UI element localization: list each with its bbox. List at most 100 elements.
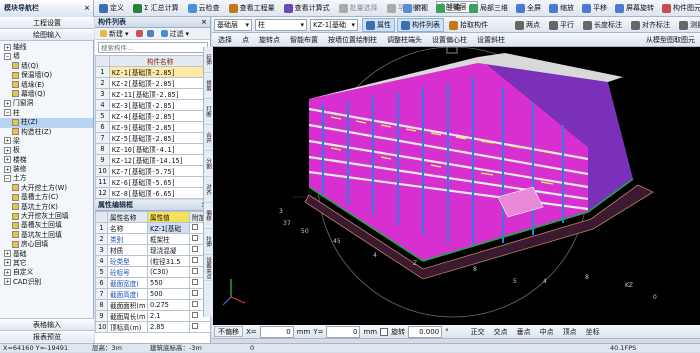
edit-tool-button[interactable]: 分割 (204, 151, 212, 177)
snap-coordinate-button[interactable]: 坐标 (583, 326, 603, 337)
type-select[interactable]: 柱 ▾ (255, 19, 307, 31)
nav-tree-item[interactable]: 墙(Q) (0, 62, 93, 71)
fullscreen-button[interactable]: 全屏 (513, 1, 544, 15)
collapse-icon[interactable]: − (4, 52, 11, 60)
property-row[interactable]: 5 砼标号 (C30) (95, 266, 211, 278)
component-row[interactable]: 4 KZ-3[基础顶-2.85] (95, 99, 211, 111)
project-settings-button[interactable]: 工程设置 (0, 17, 94, 29)
nav-tree-item[interactable]: 基坑土方(K) (0, 203, 93, 212)
expand-icon[interactable]: + (4, 43, 11, 51)
name-select[interactable]: KZ-1[基础 ▾ (310, 19, 358, 31)
property-value[interactable]: 2.85 (147, 321, 190, 333)
top-view-button[interactable]: 俯视 (400, 1, 431, 15)
nav-tree-item[interactable]: 大开挖土方(W) (0, 184, 93, 193)
property-value[interactable]: 现浇混凝 (147, 244, 190, 256)
view-formula-button[interactable]: 查看计算式 (281, 1, 333, 15)
layer-select[interactable]: 基础层 ▾ (214, 19, 252, 31)
display-settings-button[interactable]: 构件图元显示设置 (659, 1, 700, 15)
snap-vertex-button[interactable]: 顶点 (560, 326, 580, 337)
nav-tree-item[interactable]: + 其它 (0, 259, 93, 268)
expand-icon[interactable]: + (4, 99, 11, 107)
property-row[interactable]: 1 名称 KZ-1[基础 (95, 222, 211, 234)
select-button[interactable]: 选择 (215, 34, 235, 46)
component-row[interactable]: 7 KZ-5[基础顶-2.85] (95, 132, 211, 144)
nav-tree-item[interactable]: 基槽灰土回填 (0, 221, 93, 230)
no-offset-button[interactable]: 不偏移 (214, 326, 243, 337)
nav-tree-item[interactable]: + CAD识别 (0, 278, 93, 287)
nav-tree-item[interactable]: + 自定义 (0, 268, 93, 277)
table-input-button[interactable]: 表格输入 (0, 318, 94, 330)
nav-tree-item[interactable]: 构造柱(Z) (0, 128, 93, 137)
expand-icon[interactable]: + (4, 268, 11, 276)
smart-layout-button[interactable]: 智能布置 (287, 34, 321, 46)
nav-tree-item[interactable]: + 板 (0, 146, 93, 155)
new-component-button[interactable]: 新建 ▾ (97, 28, 132, 39)
rotate-input[interactable]: 0.000 (408, 325, 443, 338)
nav-tree-item[interactable]: 保温墙(Q) (0, 71, 93, 80)
pick-from-model-button[interactable]: 从模型图取图元 (643, 34, 698, 46)
component-row[interactable]: 10 KZ-7[基础顶-5.75] (95, 165, 211, 177)
expand-icon[interactable]: + (4, 156, 11, 164)
property-row[interactable]: 8 截面面积(m 0.275 (95, 299, 211, 311)
component-row[interactable]: 1 KZ-1[基础顶-2.85] (95, 66, 211, 78)
collapse-icon[interactable]: − (4, 174, 11, 182)
nav-tree-item[interactable]: 柱(Z) (0, 118, 93, 128)
property-value[interactable]: 550 (147, 277, 190, 289)
nav-tree-item[interactable]: − 墙 (0, 52, 93, 61)
snap-intersection-button[interactable]: 交点 (491, 326, 511, 337)
view-quantity-button[interactable]: 查看工程量 (226, 1, 278, 15)
nav-tree-item[interactable]: − 土方 (0, 174, 93, 183)
edit-tool-button[interactable]: 合并 (204, 125, 212, 151)
pan-button[interactable]: 平移 (579, 1, 610, 15)
define-button[interactable]: 定义 (96, 1, 127, 15)
expand-icon[interactable]: + (4, 278, 11, 286)
property-button[interactable]: 属性 (362, 18, 395, 32)
nav-tree-item[interactable]: + 楼梯 (0, 156, 93, 165)
property-value[interactable]: 2.1 (147, 310, 190, 322)
nav-tree-item[interactable]: + 装修 (0, 165, 93, 174)
component-row[interactable]: 9 KZ-12[基础顶-14.15] (95, 154, 211, 166)
zoom-button[interactable]: 缩放 (546, 1, 577, 15)
property-row[interactable]: 6 截面宽度(550 (95, 277, 211, 289)
copy-icon[interactable] (146, 30, 154, 37)
y-input[interactable]: 0 (326, 325, 361, 338)
calculate-button[interactable]: Σ 汇总计算 (130, 1, 182, 15)
two-point-button[interactable]: 两点 (512, 18, 543, 32)
nav-tree-item[interactable]: 基槽土方(C) (0, 193, 93, 202)
component-row[interactable]: 8 KZ-10[基础顶-4.1] (95, 143, 211, 155)
component-row[interactable]: 12 KZ-8[基础顶-6.65] (95, 187, 211, 199)
delete-icon[interactable] (135, 30, 143, 37)
edit-tool-button[interactable]: 打断 (204, 99, 212, 125)
nav-tree-item[interactable]: + 轴线 (0, 43, 93, 52)
nav-tree-item[interactable]: − 柱 (0, 109, 93, 118)
cloud-check-button[interactable]: 云检查 (185, 1, 223, 15)
rotate-point-button[interactable]: 旋转点 (256, 34, 283, 46)
component-row[interactable]: 3 KZ-11[基础顶-2.85] (95, 88, 211, 100)
batch-select-button[interactable]: 批量选择 (336, 1, 381, 15)
local-3d-button[interactable]: 局部三维 (466, 1, 511, 15)
collapse-icon[interactable]: − (4, 109, 11, 117)
property-value[interactable]: (粒径31.5 (147, 255, 190, 267)
edit-tool-button[interactable]: 拉伸 (204, 229, 212, 255)
nav-tree-item[interactable]: 大开挖灰土回填 (0, 212, 93, 221)
edit-tool-button[interactable]: 修剪 (204, 73, 212, 99)
property-row[interactable]: 4 砼类型 (粒径31.5 (95, 255, 211, 267)
expand-icon[interactable]: + (4, 137, 11, 145)
property-row[interactable]: 7 截面高度(500 (95, 288, 211, 300)
drawing-input-button[interactable]: 绘图输入 (0, 29, 94, 41)
3d-viewport[interactable]: 3 37 50 45 4 Z 8 5 4 8 KZ 0 (213, 47, 700, 325)
property-value[interactable]: 框架柱 (147, 233, 190, 245)
edit-tool-button[interactable]: 对齐 (204, 177, 212, 203)
rotate-checkbox[interactable] (380, 327, 389, 336)
property-row[interactable]: 9 截面周长(m 2.1 (95, 310, 211, 322)
component-search-input[interactable] (98, 42, 208, 53)
component-list-button[interactable]: 构件列表 (397, 18, 444, 32)
align-dim-button[interactable]: 对齐标注 (628, 18, 673, 32)
property-row[interactable]: 10 顶标高(m) 2.85 (95, 321, 211, 333)
length-dim-button[interactable]: 长度标注 (580, 18, 625, 32)
property-row[interactable]: 2 类别 框架柱 (95, 233, 211, 245)
draw-by-wall-button[interactable]: 按墙位置绘制柱 (325, 34, 380, 46)
component-row[interactable]: 6 KZ-9[基础顶-2.85] (95, 121, 211, 133)
edit-tool-button[interactable]: 延伸 (204, 47, 212, 73)
property-extra-checkbox[interactable] (189, 321, 211, 333)
